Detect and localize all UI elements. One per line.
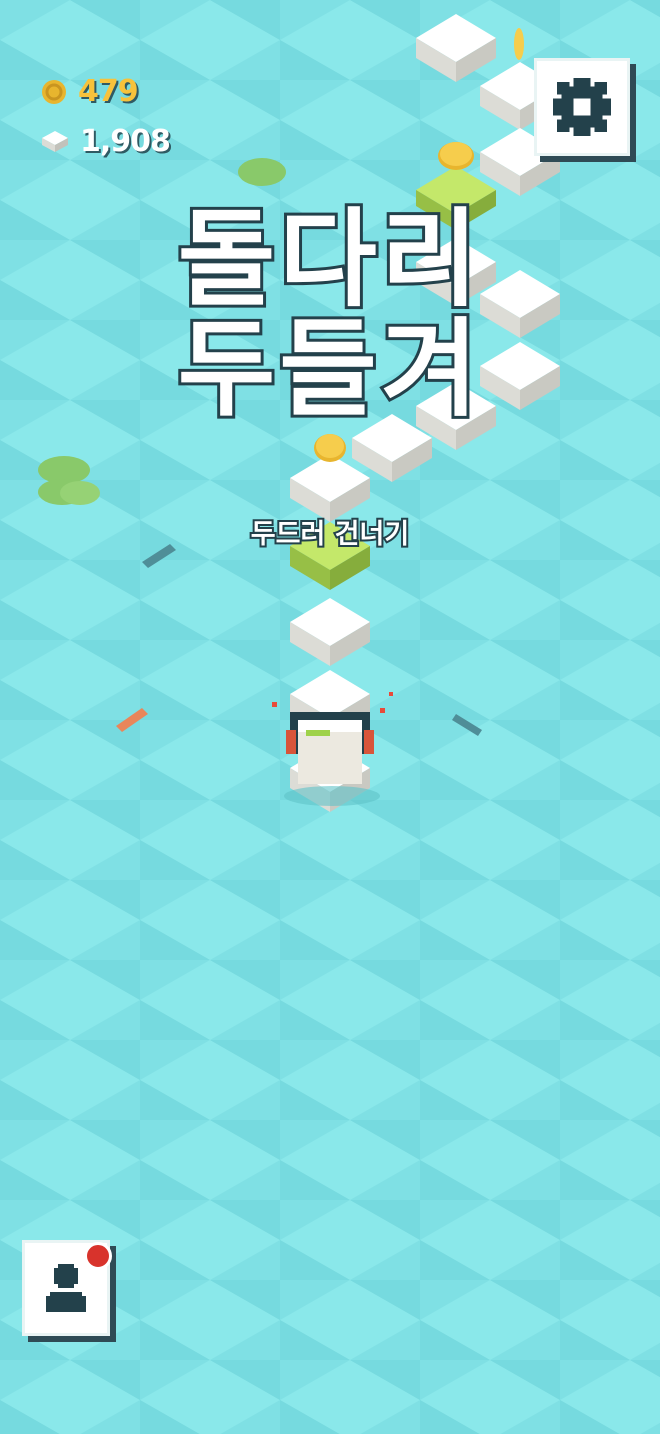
lily-pad	[60, 481, 100, 505]
block-counter: 1,908	[40, 124, 171, 159]
title-line-1: 돌다리	[175, 198, 483, 321]
game-title: 돌다리 두들겨	[0, 198, 660, 431]
gear-icon	[553, 78, 611, 136]
coin	[438, 142, 474, 170]
coin	[514, 28, 524, 60]
coin-icon	[42, 79, 66, 104]
lily-pad	[238, 158, 286, 186]
block-count: 1,908	[80, 124, 171, 159]
coin	[314, 434, 346, 462]
coin-count: 479	[78, 74, 139, 109]
person-icon	[46, 1264, 86, 1312]
title-line-2: 두들겨	[175, 308, 483, 431]
block-icon	[42, 130, 68, 152]
notification-badge	[84, 1242, 112, 1270]
settings-button[interactable]	[534, 58, 630, 156]
tap-to-start-hint: 두드러 건너기	[249, 517, 411, 552]
coin-counter: 479	[40, 74, 139, 109]
